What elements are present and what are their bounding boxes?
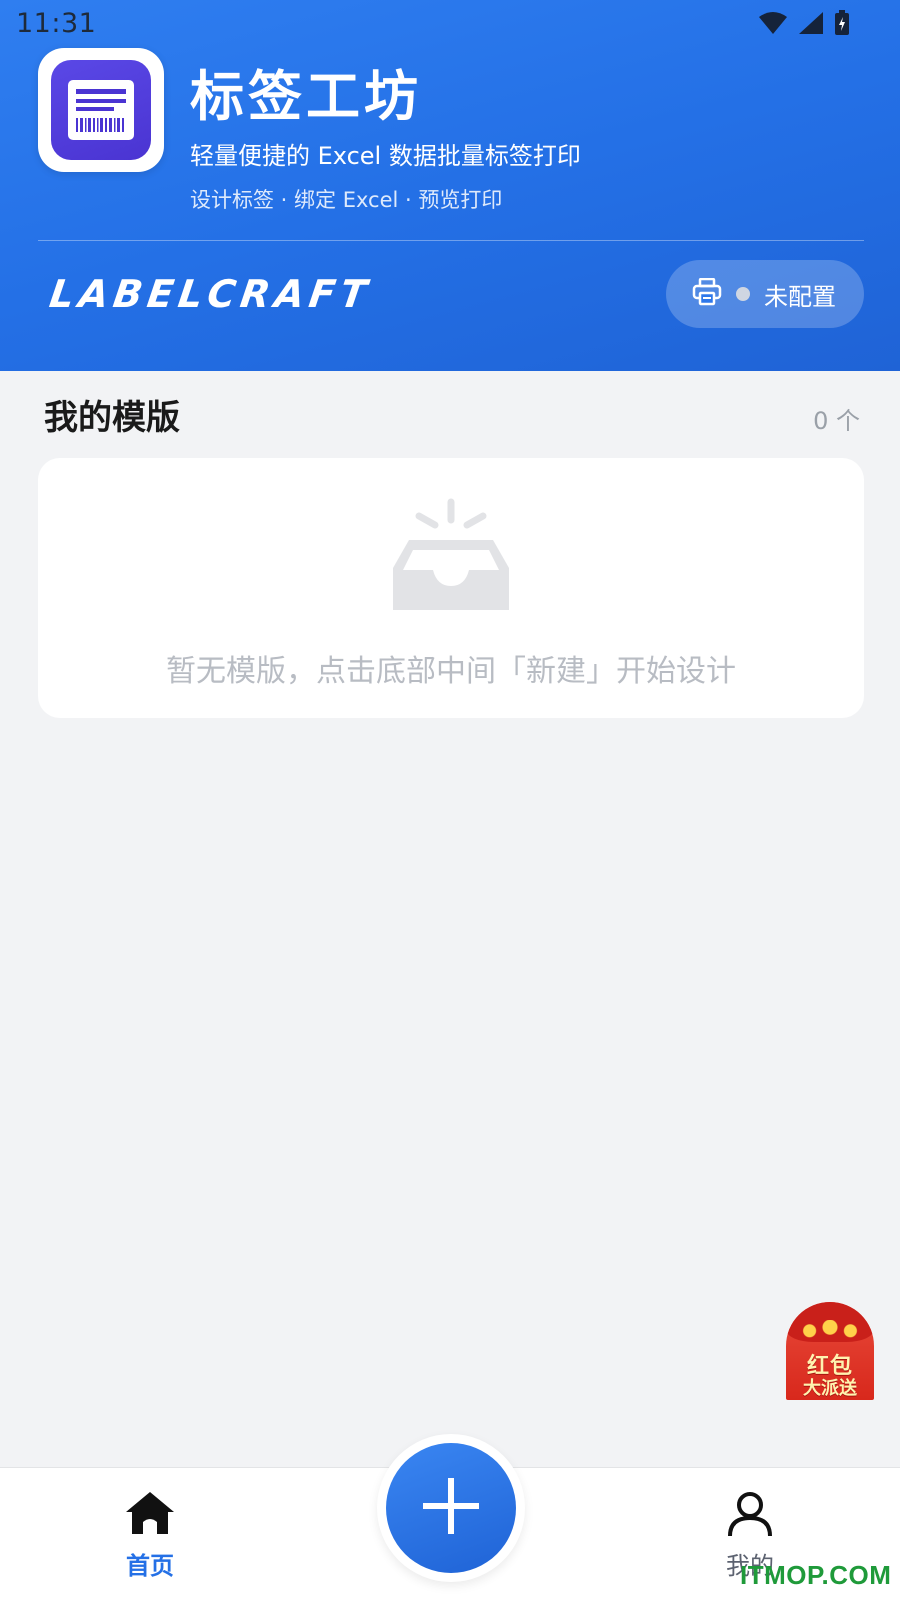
status-icons — [758, 10, 850, 36]
red-packet-line2: 大派送 — [803, 1378, 857, 1399]
app-subtitle: 轻量便捷的 Excel 数据批量标签打印 — [190, 142, 581, 170]
inbox-icon — [391, 498, 511, 610]
home-icon — [124, 1490, 176, 1540]
signal-icon — [798, 11, 824, 35]
printer-status-dot — [736, 287, 750, 301]
nav-home[interactable]: 首页 — [100, 1490, 200, 1586]
templates-count: 0 个 — [813, 407, 860, 435]
wifi-icon — [758, 11, 788, 35]
app-title: 标签工坊 — [190, 65, 422, 128]
red-packet-promo[interactable]: 红包 大派送 — [786, 1302, 874, 1400]
printer-status-text: 未配置 — [764, 282, 836, 311]
status-time: 11:31 — [16, 8, 97, 39]
brand-wordmark: LABELCRAFT — [46, 272, 375, 316]
templates-empty-card: 暂无模版，点击底部中间「新建」开始设计 — [38, 458, 864, 718]
battery-icon — [834, 10, 850, 36]
app-tagline: 设计标签 · 绑定 Excel · 预览打印 — [190, 188, 503, 212]
site-watermark: ITMOP.COM — [740, 1560, 892, 1590]
add-template-button[interactable] — [386, 1443, 516, 1573]
label-barcode-icon — [51, 60, 151, 160]
app-header: 11:31 标签工坊 轻量便捷的 Excel 数据批量标签打印 设计标签 · 绑… — [0, 0, 900, 371]
coins-icon — [796, 1320, 864, 1338]
user-icon — [726, 1490, 774, 1542]
status-bar: 11:31 — [0, 0, 900, 48]
plus-icon — [419, 1474, 483, 1542]
nav-home-label: 首页 — [126, 1552, 174, 1580]
header-divider — [38, 240, 864, 241]
printer-icon — [692, 277, 722, 310]
red-packet-body: 红包 大派送 — [786, 1302, 874, 1400]
printer-status-button[interactable]: 未配置 — [666, 260, 864, 328]
templates-title: 我的模版 — [44, 398, 180, 438]
app-logo — [38, 48, 164, 172]
templates-empty-text: 暂无模版，点击底部中间「新建」开始设计 — [166, 654, 736, 689]
